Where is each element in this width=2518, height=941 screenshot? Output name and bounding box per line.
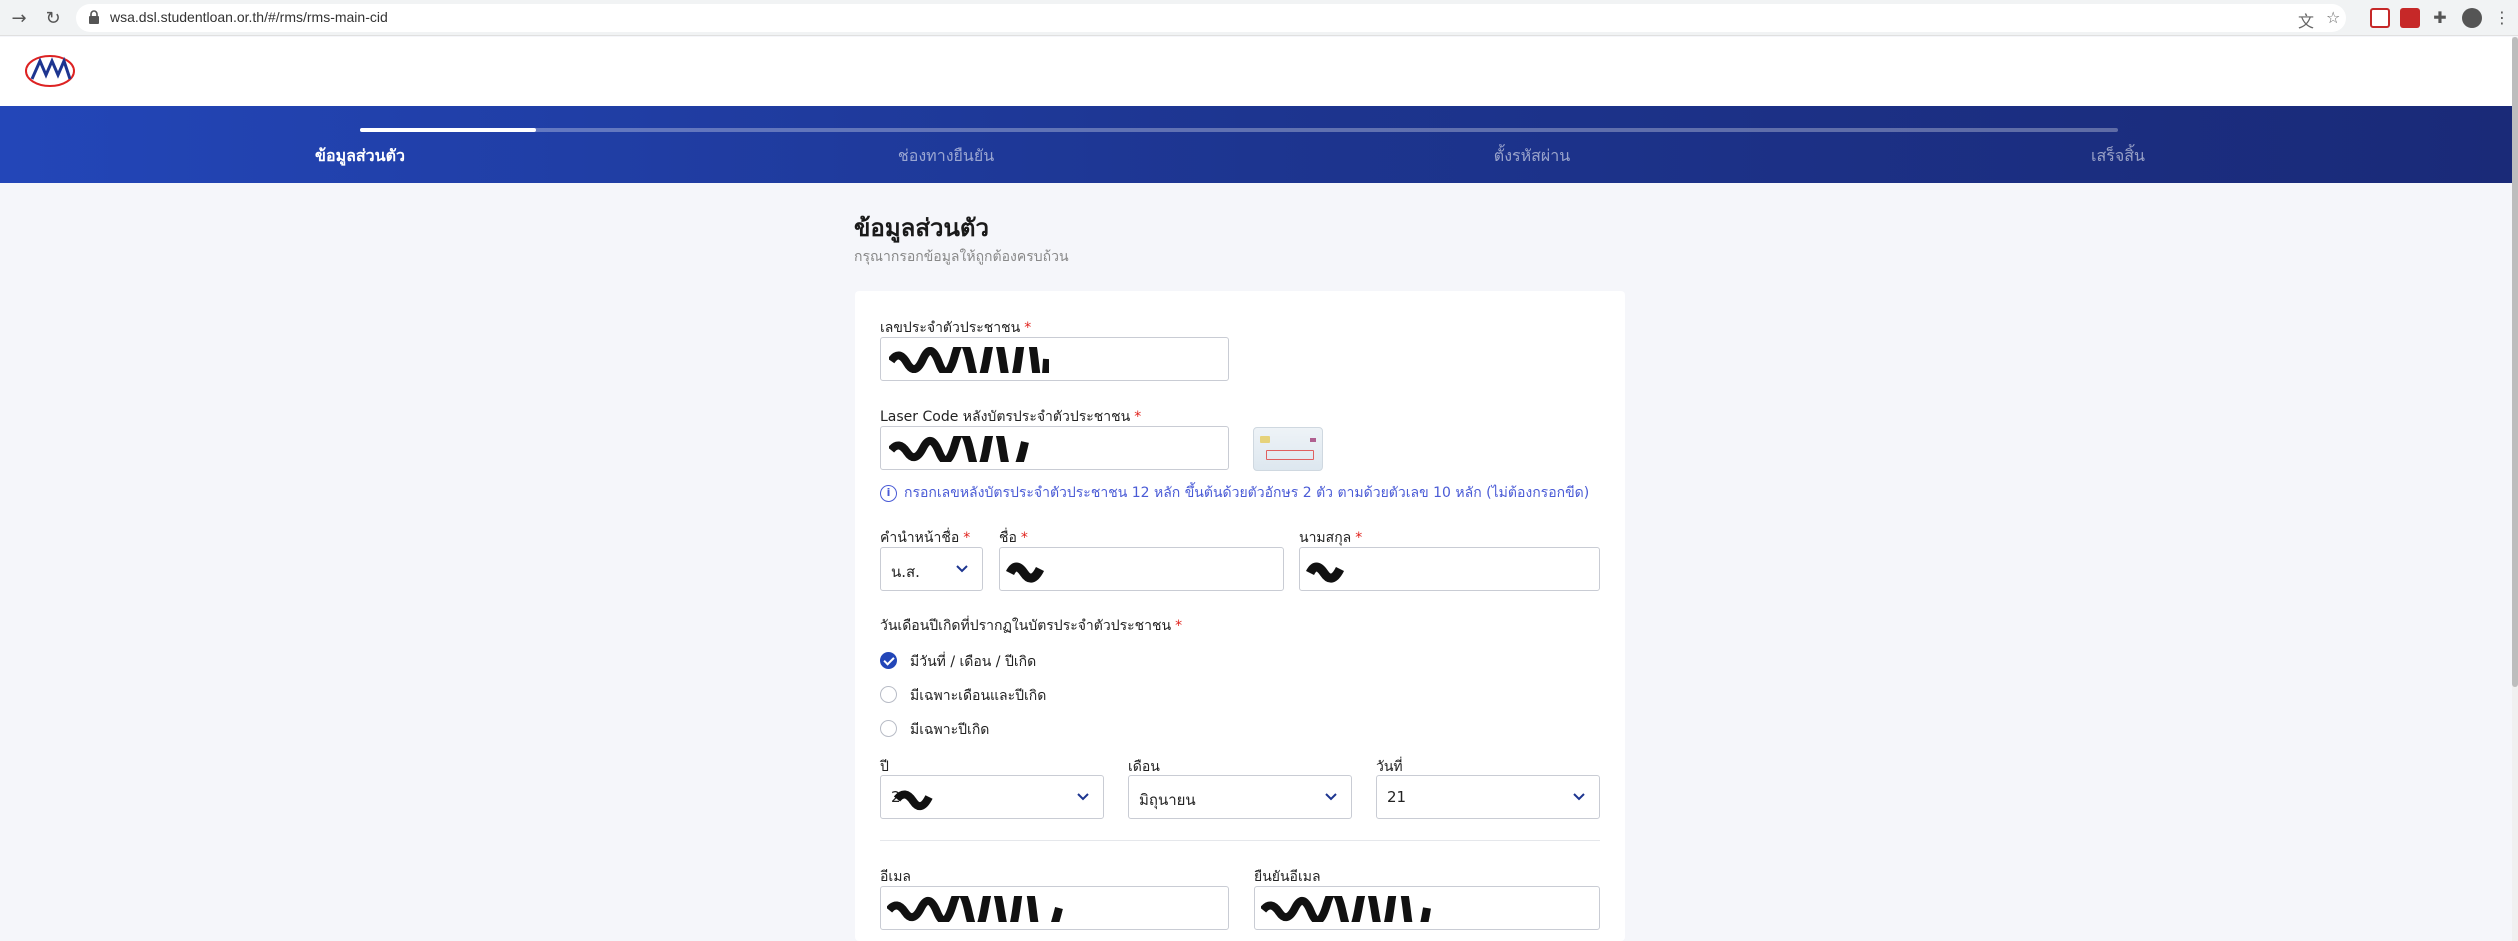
chevron-down-icon [1325, 793, 1337, 801]
radio-month-year[interactable] [880, 686, 897, 703]
last-name-input[interactable] [1299, 547, 1600, 591]
first-name-input[interactable] [999, 547, 1284, 591]
step-finish: เสร็จสิ้น [2091, 146, 2145, 165]
citizen-id-label: เลขประจำตัวประชาชน * [880, 320, 1032, 336]
month-select[interactable]: มิถุนายน [1128, 775, 1352, 819]
logo[interactable] [24, 53, 76, 89]
citizen-id-input[interactable] [880, 337, 1229, 381]
chevron-down-icon [1573, 793, 1585, 801]
page-subtitle: กรุณากรอกข้อมูลให้ถูกต้องครบถ้วน [854, 249, 1069, 265]
month-value: มิถุนายน [1139, 791, 1196, 809]
menu-icon[interactable]: ⋮ [2492, 8, 2512, 28]
forward-icon[interactable]: → [8, 8, 30, 30]
extension-icon[interactable] [2370, 8, 2390, 28]
radio-year-only[interactable] [880, 720, 897, 737]
address-bar[interactable]: wsa.dsl.studentloan.or.th/#/rms/rms-main… [76, 4, 2346, 32]
first-name-label: ชื่อ * [999, 530, 1028, 546]
prefix-label: คำนำหน้าชื่อ * [880, 530, 971, 546]
redacted-value [889, 436, 1029, 462]
laser-code-label: Laser Code หลังบัตรประจำตัวประชาชน * [880, 409, 1142, 425]
radio-month-year-label[interactable]: มีเฉพาะเดือนและปีเกิด [910, 685, 1046, 707]
translate-icon[interactable]: 文 [2298, 8, 2314, 32]
email-confirm-label: ยืนยันอีเมล [1254, 869, 1321, 885]
email-input[interactable] [880, 886, 1229, 930]
step-personal-info: ข้อมูลส่วนตัว [315, 146, 405, 165]
step-verification-channel: ช่องทางยืนยัน [897, 146, 995, 165]
section-divider [880, 840, 1600, 841]
day-value: 21 [1387, 788, 1407, 806]
url-text: wsa.dsl.studentloan.or.th/#/rms/rms-main… [110, 9, 388, 25]
redacted-value [1006, 562, 1045, 583]
email-label: อีเมล [880, 869, 912, 885]
year-select[interactable]: 2 [880, 775, 1104, 819]
radio-year-only-label[interactable]: มีเฉพาะปีเกิด [910, 719, 989, 741]
info-icon: i [880, 484, 897, 502]
redacted-value [893, 790, 933, 811]
prefix-value: น.ส. [891, 563, 920, 581]
radio-full-date-label[interactable]: มีวันที่ / เดือน / ปีเกิด [910, 651, 1036, 673]
redacted-value [1306, 562, 1345, 583]
redacted-value [1261, 896, 1431, 922]
profile-avatar[interactable] [2462, 8, 2482, 28]
redacted-value [887, 896, 1063, 922]
birth-type-label: วันเดือนปีเกิดที่ปรากฏในบัตรประจำตัวประช… [880, 618, 1183, 634]
reload-icon[interactable]: ↻ [42, 8, 64, 30]
radio-full-date[interactable] [880, 652, 897, 669]
puzzle-icon[interactable]: ✚ [2430, 8, 2450, 28]
laser-code-hint: i กรอกเลขหลังบัตรประจำตัวประชาชน 12 หลัก … [880, 482, 1589, 504]
prefix-select[interactable]: น.ส. [880, 547, 983, 591]
id-card-illustration [1253, 427, 1323, 471]
scrollbar-thumb[interactable] [2512, 37, 2518, 687]
step-set-password: ตั้งรหัสผ่าน [1493, 146, 1571, 165]
chevron-down-icon [956, 565, 968, 573]
progress-track [360, 128, 2118, 132]
star-icon[interactable]: ☆ [2326, 8, 2340, 27]
progress-stepper: ข้อมูลส่วนตัว ช่องทางยืนยัน ตั้งรหัสผ่าน… [0, 106, 2512, 183]
last-name-label: นามสกุล * [1299, 530, 1363, 546]
lock-icon [89, 10, 99, 24]
browser-toolbar: → ↻ wsa.dsl.studentloan.or.th/#/rms/rms-… [0, 0, 2518, 36]
pdf-extension-icon[interactable] [2400, 8, 2420, 28]
redacted-value [889, 347, 1049, 373]
page-scrollbar[interactable] [2512, 37, 2518, 941]
laser-code-input[interactable] [880, 426, 1229, 470]
email-confirm-input[interactable] [1254, 886, 1600, 930]
chevron-down-icon [1077, 793, 1089, 801]
progress-fill [360, 128, 536, 132]
page-title: ข้อมูลส่วนตัว [854, 214, 989, 242]
day-select[interactable]: 21 [1376, 775, 1600, 819]
site-header [0, 37, 2518, 106]
